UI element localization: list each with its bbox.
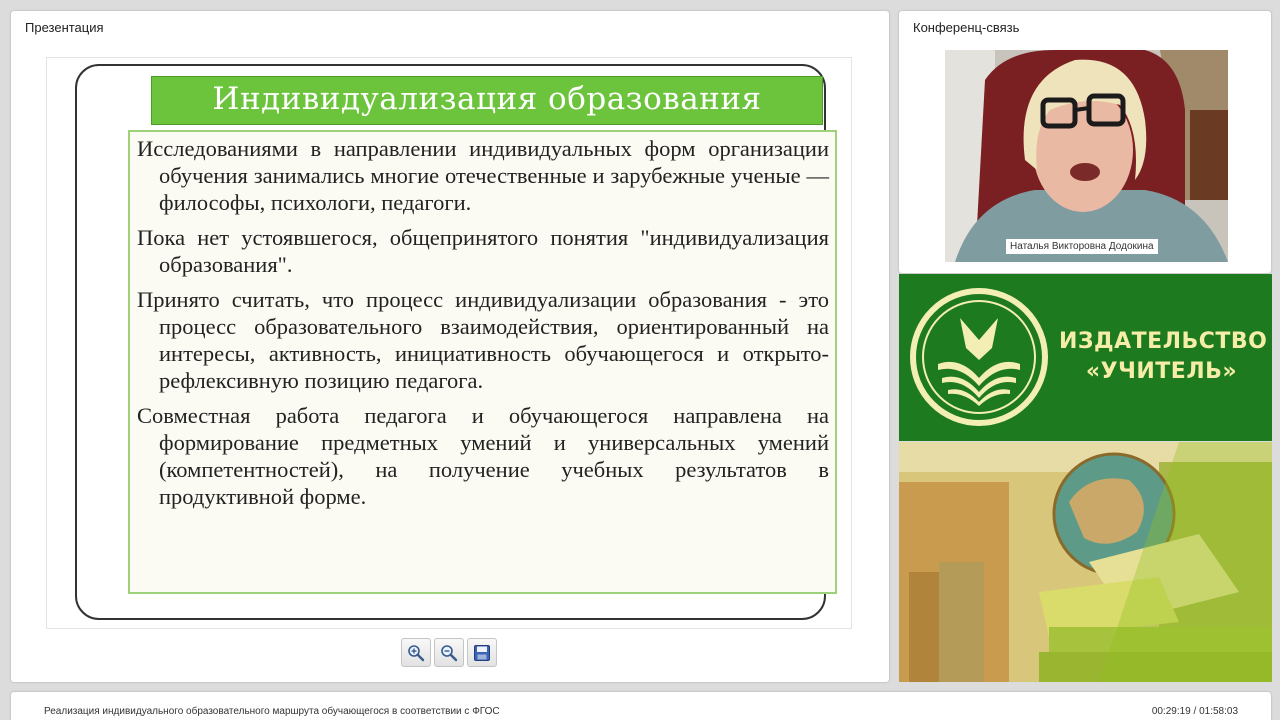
slide-body: Исследованиями в направлении индивидуаль… [128, 130, 837, 594]
zoom-in-icon [408, 644, 425, 661]
slide-toolbar [401, 638, 497, 668]
zoom-out-icon [441, 644, 458, 661]
slide-frame: Индивидуализация образования Исследовани… [75, 64, 837, 620]
presentation-panel-title: Презентация [25, 20, 104, 35]
bottom-info-bar: Реализация индивидуального образовательн… [11, 692, 1271, 720]
zoom-out-button[interactable] [434, 638, 464, 667]
slide: Индивидуализация образования Исследовани… [46, 57, 852, 629]
floppy-disk-icon [474, 644, 490, 661]
books-globe-image [899, 442, 1272, 682]
save-button[interactable] [467, 638, 497, 667]
playback-time: 00:29:19 / 01:58:03 [1151, 706, 1238, 717]
presentation-panel: Презентация Индивидуализация образования… [11, 11, 889, 682]
webcam-video: Наталья Викторовна Додокина [945, 50, 1228, 262]
publisher-name-line2: «УЧИТЕЛЬ» [1085, 359, 1238, 384]
slide-paragraph: Совместная работа педагога и обучающегос… [137, 403, 829, 509]
publisher-name: ИЗДАТЕЛЬСТВО «УЧИТЕЛЬ» [1059, 327, 1268, 387]
publisher-logo [910, 288, 1048, 426]
conference-panel: Конференц-связь Наталья Викторовна Додок… [899, 11, 1271, 273]
slide-paragraph: Принято считать, что процесс индивидуали… [137, 287, 829, 393]
slide-title: Индивидуализация образования [151, 76, 823, 125]
publisher-banner: ИЗДАТЕЛЬСТВО «УЧИТЕЛЬ» [899, 274, 1272, 441]
speaker-video-image [945, 50, 1228, 262]
publisher-name-line1: ИЗДАТЕЛЬСТВО [1059, 329, 1268, 354]
zoom-in-button[interactable] [401, 638, 431, 667]
course-title: Реализация индивидуального образовательн… [44, 706, 500, 717]
speaker-name-label: Наталья Викторовна Додокина [1006, 239, 1158, 254]
slide-paragraph: Исследованиями в направлении индивидуаль… [137, 136, 829, 215]
slide-paragraph: Пока нет устоявшегося, общепринятого пон… [137, 225, 829, 277]
decorative-photo [899, 442, 1272, 682]
conference-panel-title: Конференц-связь [913, 20, 1020, 35]
